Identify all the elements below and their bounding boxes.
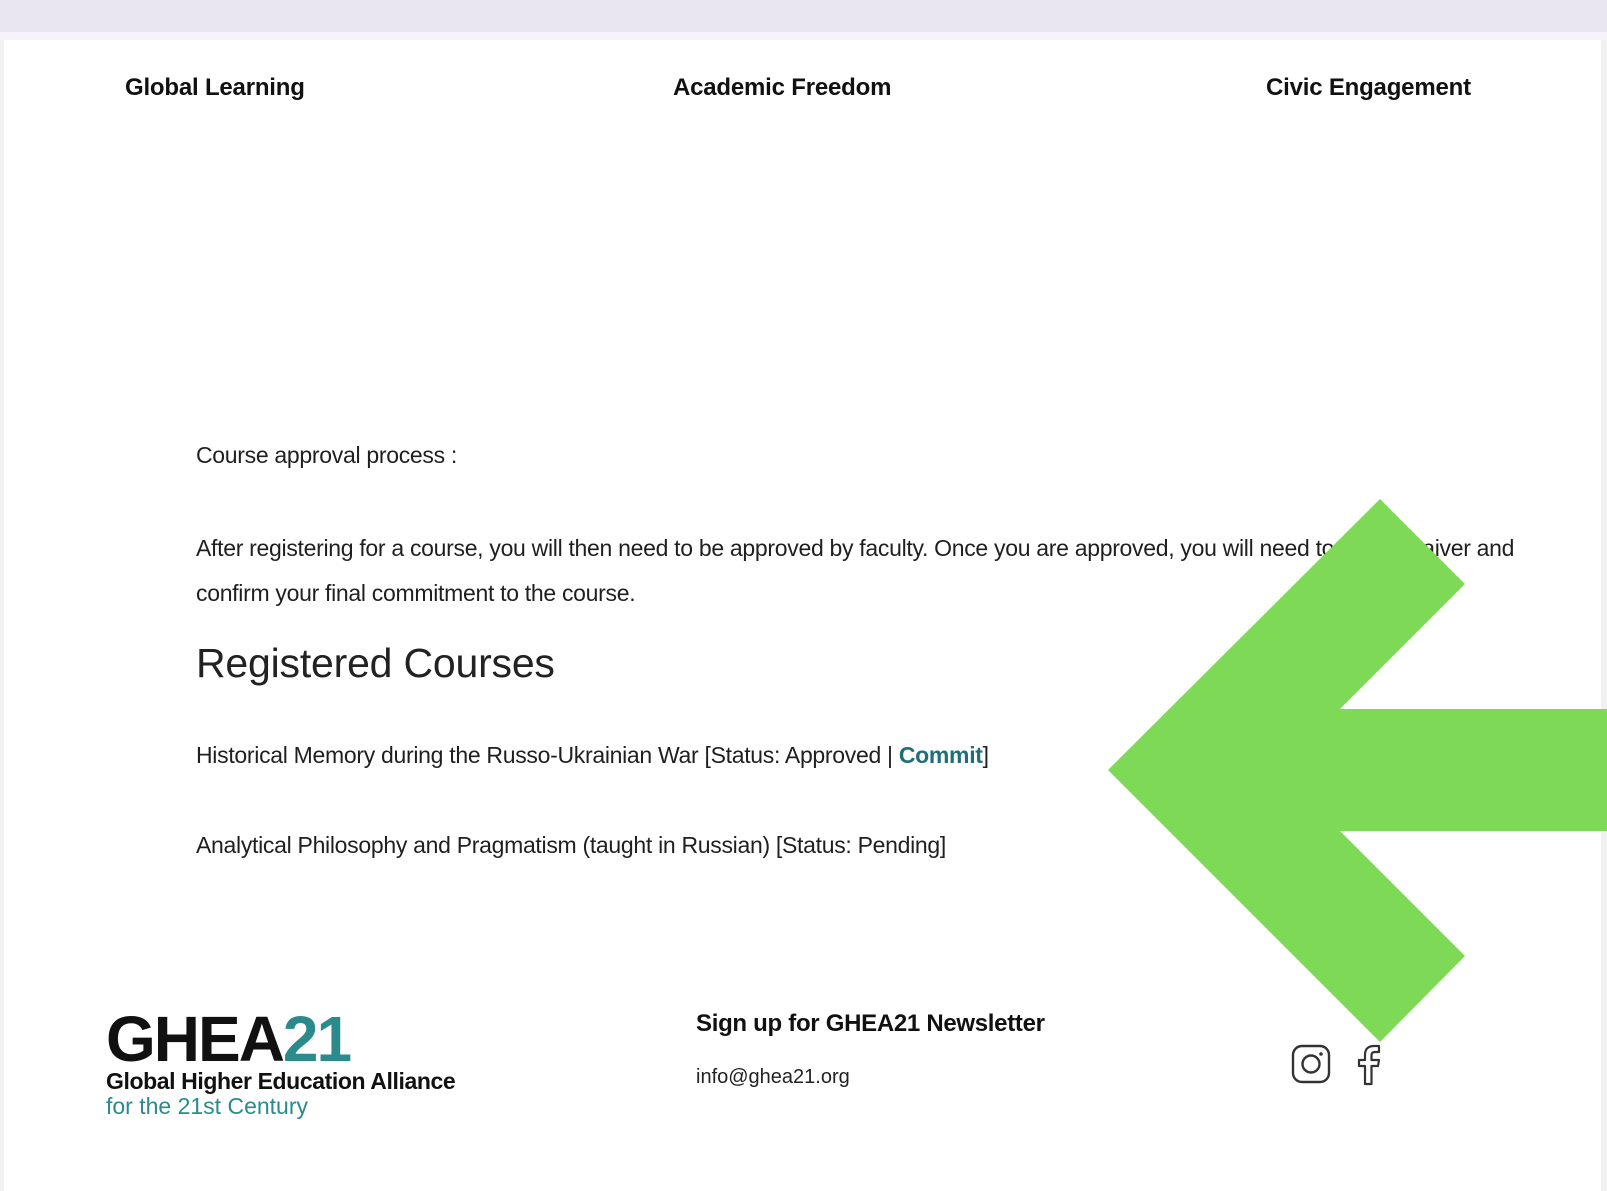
process-title: Course approval process : xyxy=(196,442,457,468)
commit-link[interactable]: Commit xyxy=(899,742,983,768)
logo-tagline-line1: Global Higher Education Alliance xyxy=(106,1068,456,1094)
logo-number: 21 xyxy=(282,1003,352,1075)
logo-letters: GHEA xyxy=(106,1003,285,1075)
newsletter-section: Sign up for GHEA21 Newsletter info@ghea2… xyxy=(696,1010,1045,1089)
logo-mark: GHEA21 xyxy=(106,1007,455,1071)
facebook-icon[interactable] xyxy=(1354,1042,1396,1086)
instagram-icon[interactable] xyxy=(1290,1042,1332,1086)
course-title: Analytical Philosophy and Pragmatism (ta… xyxy=(196,832,946,858)
right-edge xyxy=(1601,40,1607,1191)
newsletter-title[interactable]: Sign up for GHEA21 Newsletter xyxy=(696,1010,1045,1038)
social-links xyxy=(1290,1042,1396,1086)
registered-courses-heading: Registered Courses xyxy=(196,640,555,686)
page: Global Learning Academic Freedom Civic E… xyxy=(0,0,1607,1191)
nav-link-global-learning[interactable]: Global Learning xyxy=(125,74,305,102)
top-divider xyxy=(0,32,1607,40)
nav-link-academic-freedom[interactable]: Academic Freedom xyxy=(673,74,891,102)
logo-tagline-line2: for the 21st Century xyxy=(106,1093,308,1119)
process-description: After registering for a course, you will… xyxy=(196,535,1515,606)
course-item: Historical Memory during the Russo-Ukrai… xyxy=(196,740,1556,770)
contact-email-link[interactable]: info@ghea21.org xyxy=(696,1066,1045,1089)
course-status-close: ] xyxy=(982,742,989,768)
main-content: Course approval process : After register… xyxy=(196,440,1556,860)
course-item: Analytical Philosophy and Pragmatism (ta… xyxy=(196,830,1556,860)
browser-top-band xyxy=(0,0,1607,32)
left-edge xyxy=(0,40,4,1191)
ghea21-logo[interactable]: GHEA21 Global Higher Education Alliance … xyxy=(106,1007,456,1119)
course-title: Historical Memory during the Russo-Ukrai… xyxy=(196,742,899,768)
nav-link-civic-engagement[interactable]: Civic Engagement xyxy=(1266,74,1471,102)
